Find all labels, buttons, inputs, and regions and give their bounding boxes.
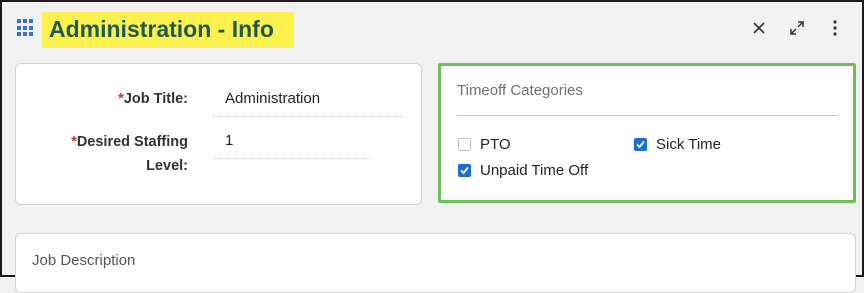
expand-icon (790, 21, 804, 35)
unpaid-time-off-checkbox[interactable]: Unpaid Time Off (458, 162, 588, 179)
job-info-card: *Job Title: Administration *Desired Staf… (15, 63, 422, 205)
close-icon (753, 22, 765, 34)
job-description-card: Job Description (15, 233, 856, 293)
pto-checkbox[interactable]: PTO (458, 136, 511, 153)
job-title-field[interactable]: Administration (225, 87, 320, 111)
grid-apps-icon[interactable] (17, 19, 35, 37)
staffing-underline (213, 158, 370, 159)
checkmark-icon (634, 138, 647, 151)
more-options-button[interactable] (823, 16, 847, 40)
staffing-label-line2: Level: (146, 158, 188, 174)
checkbox-label: Unpaid Time Off (480, 162, 589, 179)
job-title-underline (213, 116, 403, 117)
timeoff-categories-card: Timeoff Categories PTO Sick Time Unpaid … (438, 63, 856, 203)
checkmark-icon (458, 164, 471, 177)
checkbox-unchecked-icon (458, 138, 471, 151)
page-header: Administration - Info (2, 2, 862, 58)
close-button[interactable] (747, 16, 771, 40)
staffing-label-line1: *Desired Staffing (71, 134, 188, 150)
sick-time-checkbox[interactable]: Sick Time (634, 136, 721, 153)
checkbox-label: Sick Time (656, 136, 722, 153)
job-description-label: Job Description (32, 252, 136, 269)
job-title-label: *Job Title: (118, 91, 188, 107)
desired-staffing-field[interactable]: 1 (225, 129, 233, 153)
page-title: Administration - Info (49, 16, 274, 42)
checkbox-label: PTO (480, 136, 511, 153)
expand-button[interactable] (785, 16, 809, 40)
timeoff-categories-title: Timeoff Categories (457, 82, 583, 99)
section-divider (457, 115, 837, 116)
more-options-icon (833, 20, 837, 36)
